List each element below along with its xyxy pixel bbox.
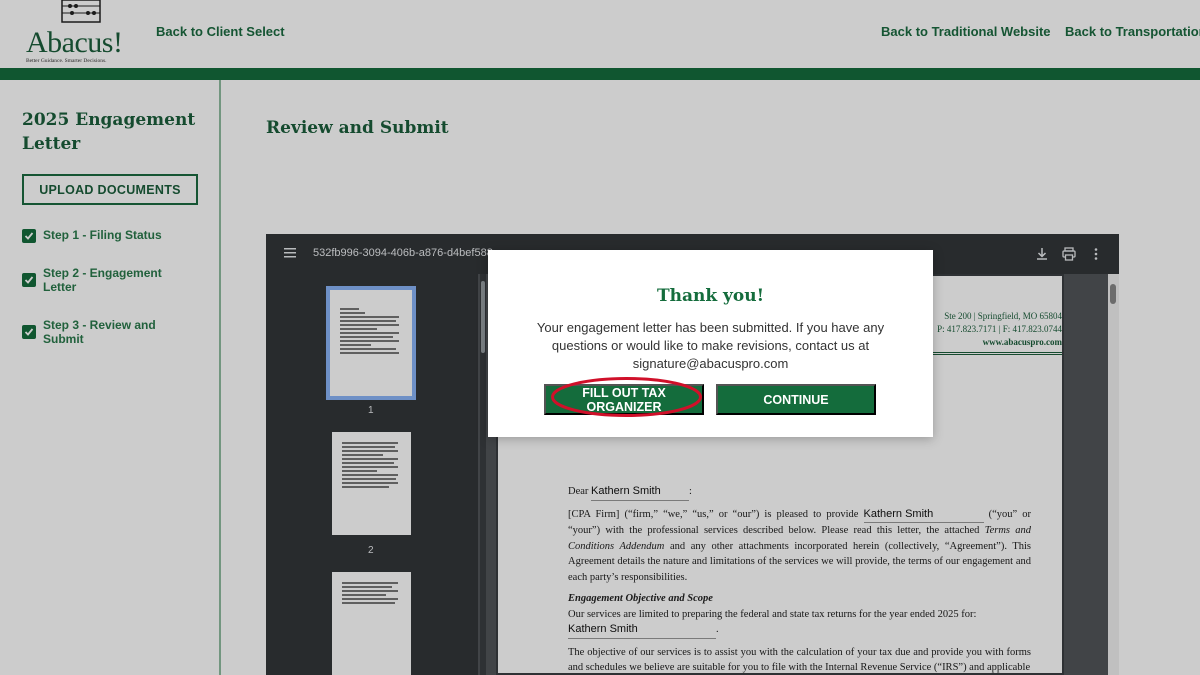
modal-message: Your engagement letter has been submitte…: [536, 320, 885, 371]
modal-title: Thank you!: [656, 286, 765, 306]
continue-button[interactable]: CONTINUE: [716, 384, 876, 415]
highlight-annotation-circle: [551, 377, 702, 417]
